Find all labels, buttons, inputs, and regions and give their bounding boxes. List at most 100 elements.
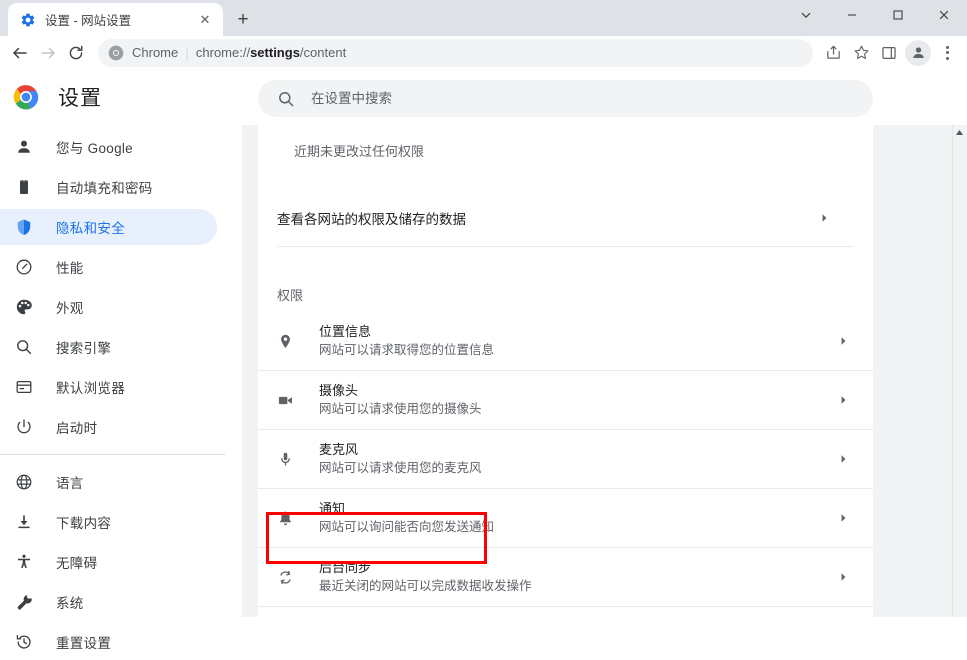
tab-search-chevron-down-icon[interactable] [783, 0, 829, 30]
microphone-icon [275, 449, 295, 469]
permission-subtitle: 网站可以询问能否向您发送通知 [319, 520, 495, 535]
sidebar-item-label: 下载内容 [56, 516, 112, 531]
sidebar-item-autofill-passwords[interactable]: 自动填充和密码 [0, 169, 217, 205]
tab-title: 设置 - 网站设置 [45, 14, 132, 28]
sidebar-item-label: 自动填充和密码 [56, 181, 153, 196]
sidebar-item-you-and-google[interactable]: 您与 Google [0, 129, 217, 165]
sidebar-item-languages[interactable]: 语言 [0, 464, 217, 500]
chevron-right-icon [839, 571, 848, 583]
clipboard-icon [14, 177, 34, 197]
browser-toolbar: Chrome | chrome://settings/content [0, 36, 967, 69]
permission-text: 摄像头 网站可以请求使用您的摄像头 [319, 381, 873, 420]
sidebar-item-appearance[interactable]: 外观 [0, 289, 217, 325]
sidebar-item-accessibility[interactable]: 无障碍 [0, 544, 217, 580]
profile-avatar-icon[interactable] [905, 39, 931, 66]
sidebar-item-label: 系统 [56, 596, 84, 611]
sidebar-item-default-browser[interactable]: 默认浏览器 [0, 369, 217, 405]
chrome-logo-icon [13, 84, 39, 110]
permission-title: 位置信息 [319, 323, 372, 339]
search-input[interactable] [311, 80, 873, 117]
url-suffix: /content [299, 45, 347, 60]
permissions-list: 位置信息 网站可以请求取得您的位置信息 摄像头 网站可以请求使用您的摄像头 麦克… [258, 312, 873, 607]
globe-icon [14, 472, 34, 492]
more-permissions-row[interactable]: 更多权限 [277, 607, 854, 617]
scroll-up-arrow-icon[interactable] [952, 126, 966, 138]
sidebar-item-downloads[interactable]: 下载内容 [0, 504, 217, 540]
all-sites-link-label: 查看各网站的权限及储存的数据 [277, 211, 466, 227]
sidebar-item-reset-settings[interactable]: 重置设置 [0, 624, 217, 660]
permissions-section-label: 权限 [277, 288, 304, 303]
permission-row-location[interactable]: 位置信息 网站可以请求取得您的位置信息 [258, 312, 873, 371]
wrench-icon [14, 592, 34, 612]
back-arrow-icon[interactable] [6, 39, 34, 67]
sidebar-item-label: 性能 [56, 261, 84, 276]
permission-row-notifications[interactable]: 通知 网站可以询问能否向您发送通知 [258, 489, 873, 548]
location-pin-icon [275, 331, 295, 351]
omnibox-scheme-label: Chrome [132, 45, 179, 60]
sidebar-item-search-engine[interactable]: 搜索引擎 [0, 329, 217, 365]
permission-text: 通知 网站可以询问能否向您发送通知 [319, 499, 873, 538]
sidebar-item-label: 隐私和安全 [56, 221, 125, 236]
sidebar-item-performance[interactable]: 性能 [0, 249, 217, 285]
chevron-right-icon [839, 394, 848, 406]
sidebar-item-label: 搜索引擎 [56, 341, 112, 356]
content-padding: 查看各网站的权限及储存的数据 权限 [258, 189, 873, 312]
sidebar-item-system[interactable]: 系统 [0, 584, 217, 620]
content-scrollbar[interactable] [952, 125, 967, 617]
three-dot-menu-icon[interactable] [933, 39, 961, 67]
permission-row-background-sync[interactable]: 后台同步 最近关闭的网站可以完成数据收发操作 [258, 548, 873, 607]
permission-title: 摄像头 [319, 382, 359, 398]
shield-icon [14, 217, 34, 237]
all-sites-link-row[interactable]: 查看各网站的权限及储存的数据 [277, 189, 854, 247]
download-icon [14, 512, 34, 532]
url-prefix: chrome:// [195, 45, 251, 60]
permission-subtitle: 网站可以请求取得您的位置信息 [319, 343, 495, 358]
accessibility-icon [14, 552, 34, 572]
person-icon [14, 137, 34, 157]
permission-subtitle: 网站可以请求使用您的麦克风 [319, 461, 482, 476]
sidebar-divider [0, 454, 225, 455]
new-tab-button[interactable]: + [229, 5, 257, 33]
bell-icon [275, 508, 295, 528]
gear-icon [20, 12, 36, 28]
permission-row-microphone[interactable]: 麦克风 网站可以请求使用您的麦克风 [258, 430, 873, 489]
sidebar-item-privacy-security[interactable]: 隐私和安全 [0, 209, 217, 245]
history-restore-icon [14, 632, 34, 652]
power-icon [14, 417, 34, 437]
sidebar-item-label: 默认浏览器 [56, 381, 125, 396]
sidebar-item-label: 您与 Google [56, 141, 133, 156]
permission-row-camera[interactable]: 摄像头 网站可以请求使用您的摄像头 [258, 371, 873, 430]
close-window-icon[interactable] [921, 0, 967, 30]
settings-page: 设置 您与 Google 自动填充和密码 [0, 69, 967, 651]
search-icon [14, 337, 34, 357]
bookmark-star-icon[interactable] [847, 39, 875, 67]
permission-title: 后台同步 [319, 559, 372, 575]
more-permissions-container: 更多权限 [258, 607, 873, 617]
browser-tab[interactable]: 设置 - 网站设置 ✕ [8, 3, 223, 36]
window-controls [783, 0, 967, 30]
permission-subtitle: 最近关闭的网站可以完成数据收发操作 [319, 579, 532, 594]
chevron-right-icon [839, 335, 848, 347]
omnibox-url: chrome://settings/content [196, 45, 346, 60]
permission-text: 位置信息 网站可以请求取得您的位置信息 [319, 322, 873, 361]
reload-icon[interactable] [62, 39, 90, 67]
settings-body: 您与 Google 自动填充和密码 隐私和安全 性能 外观 搜索引擎 默认浏览器… [0, 125, 967, 651]
settings-header: 设置 [0, 69, 967, 125]
minimize-icon[interactable] [829, 0, 875, 30]
search-icon [277, 90, 295, 108]
search-box[interactable] [258, 80, 873, 117]
toolbar-right-icons [819, 39, 961, 67]
permission-text: 麦克风 网站可以请求使用您的麦克风 [319, 440, 873, 479]
share-icon[interactable] [819, 39, 847, 67]
browser-window-icon [14, 377, 34, 397]
speedometer-icon [14, 257, 34, 277]
close-icon[interactable]: ✕ [195, 10, 215, 30]
address-bar[interactable]: Chrome | chrome://settings/content [98, 38, 813, 67]
settings-sidebar: 您与 Google 自动填充和密码 隐私和安全 性能 外观 搜索引擎 默认浏览器… [0, 125, 242, 651]
sidebar-item-on-startup[interactable]: 启动时 [0, 409, 217, 445]
side-panel-icon[interactable] [875, 39, 903, 67]
sidebar-item-label: 外观 [56, 301, 84, 316]
maximize-icon[interactable] [875, 0, 921, 30]
permission-text: 后台同步 最近关闭的网站可以完成数据收发操作 [319, 558, 873, 597]
forward-arrow-icon[interactable] [34, 39, 62, 67]
